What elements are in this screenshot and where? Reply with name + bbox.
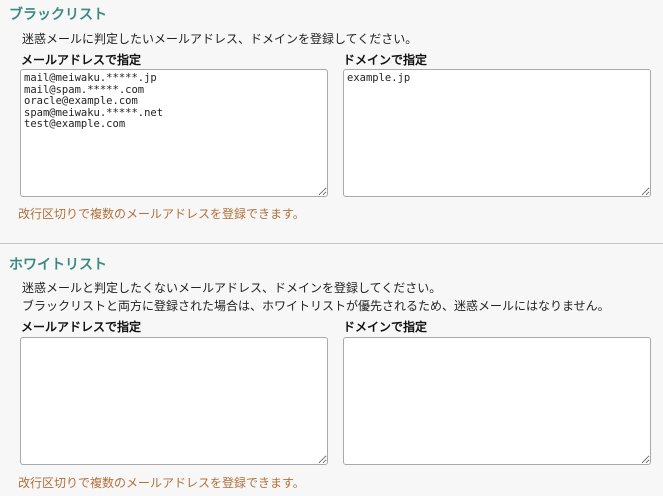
whitelist-hint: 改行区切りで複数のメールアドレスを登録できます。 <box>18 476 305 490</box>
whitelist-domain-textarea[interactable] <box>343 337 651 465</box>
blacklist-hint: 改行区切りで複数のメールアドレスを登録できます。 <box>18 207 305 221</box>
whitelist-description-1: 迷惑メールと判定したくないメールアドレス、ドメインを登録してください。 <box>22 281 442 295</box>
blacklist-description: 迷惑メールに判定したいメールアドレス、ドメインを登録してください。 <box>22 32 418 46</box>
blacklist-domain-label: ドメインで指定 <box>343 53 428 67</box>
whitelist-domain-label: ドメインで指定 <box>343 320 428 334</box>
blacklist-domain-textarea[interactable]: example.jp <box>343 69 651 197</box>
blacklist-email-label: メールアドレスで指定 <box>21 53 142 67</box>
whitelist-email-textarea[interactable] <box>20 337 328 465</box>
blacklist-email-textarea[interactable]: mail@meiwaku.*****.jp mail@spam.*****.co… <box>20 69 328 197</box>
section-divider <box>0 243 663 244</box>
whitelist-description-2: ブラックリストと両方に登録された場合は、ホワイトリストが優先されるため、迷惑メー… <box>22 299 610 313</box>
whitelist-title: ホワイトリスト <box>9 257 107 273</box>
whitelist-email-label: メールアドレスで指定 <box>21 320 142 334</box>
blacklist-title: ブラックリスト <box>9 7 107 23</box>
